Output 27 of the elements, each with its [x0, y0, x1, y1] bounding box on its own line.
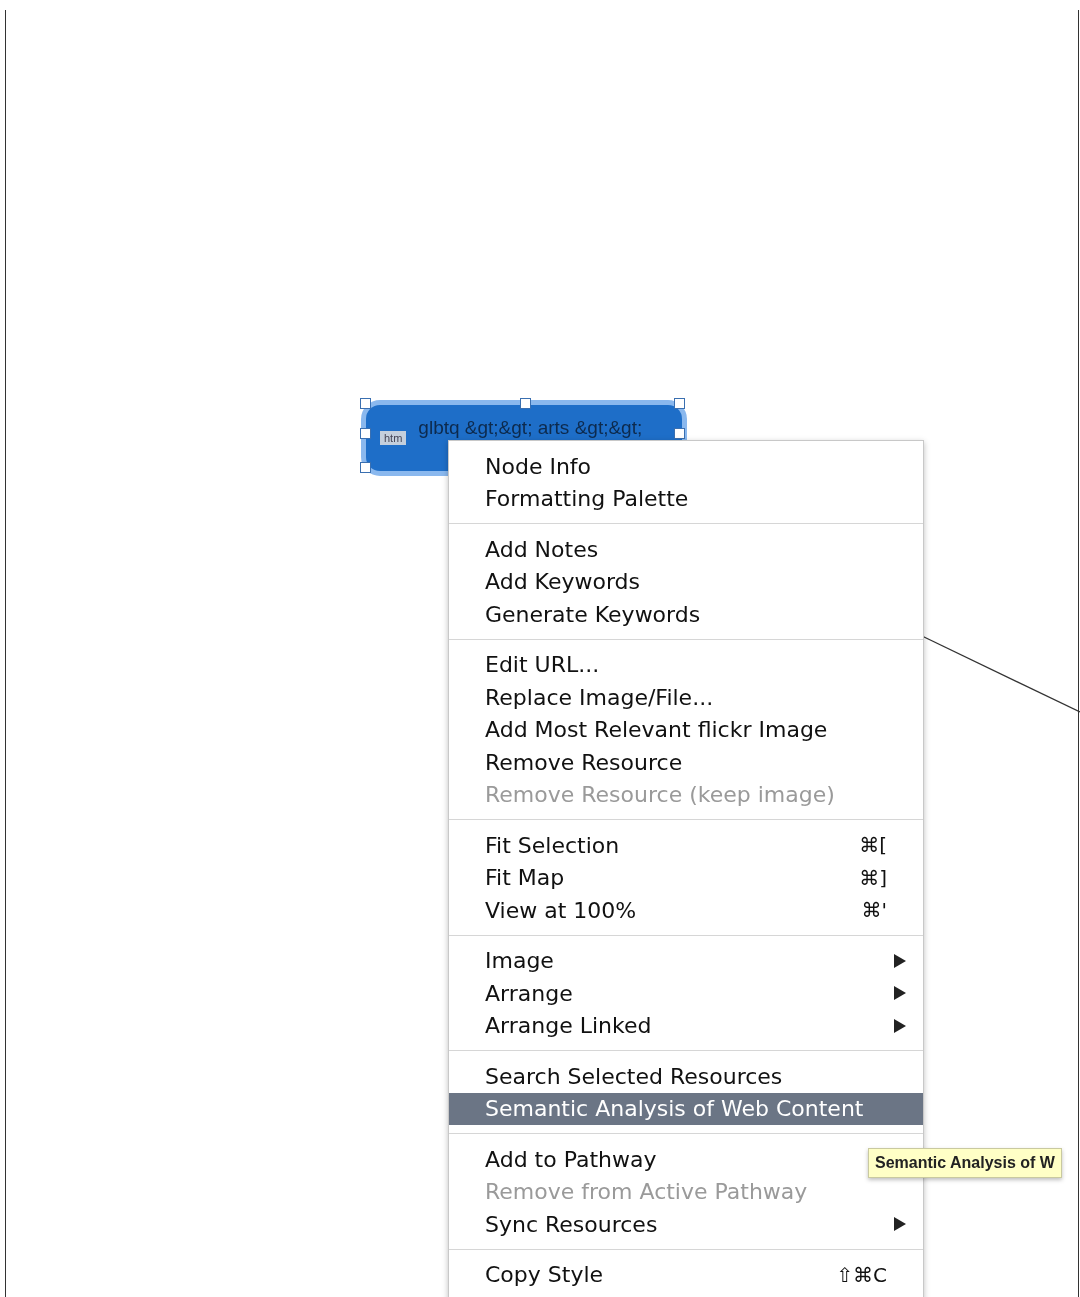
node-label: glbtq &gt;&gt; arts &gt;&gt; [418, 417, 643, 439]
menu-item[interactable]: Semantic Analysis of Web Content [449, 1092, 923, 1125]
menu-item[interactable]: View at 100% ⌘' [449, 894, 923, 927]
resize-handle[interactable] [674, 428, 685, 439]
menu-item[interactable]: Fit Selection ⌘[ [449, 829, 923, 862]
menu-item[interactable]: Formatting Palette [449, 482, 923, 515]
resize-handle[interactable] [360, 462, 371, 473]
menu-item[interactable]: Add Notes [449, 533, 923, 566]
menu-item[interactable]: Search Selected Resources [449, 1060, 923, 1093]
resize-handle[interactable] [360, 398, 371, 409]
menu-item[interactable]: Replace Image/File... [449, 681, 923, 714]
menu-item[interactable]: Arrange Linked [449, 1009, 923, 1042]
menu-item[interactable]: Edit URL... [449, 648, 923, 681]
menu-item[interactable]: Generate Keywords [449, 598, 923, 631]
menu-item[interactable]: Add Most Relevant flickr Image [449, 713, 923, 746]
menu-item[interactable]: Add Keywords [449, 565, 923, 598]
menu-item[interactable]: Arrange [449, 977, 923, 1010]
menu-item[interactable]: Image [449, 944, 923, 977]
menu-item[interactable]: Fit Map ⌘] [449, 861, 923, 894]
menu-item[interactable]: Remove Resource [449, 746, 923, 779]
menu-item[interactable]: Sync Resources [449, 1208, 923, 1241]
node-type-badge: htm [380, 431, 407, 445]
resize-handle[interactable] [674, 398, 685, 409]
tooltip: Semantic Analysis of W [868, 1148, 1062, 1178]
resize-handle[interactable] [520, 398, 531, 409]
resize-handle[interactable] [360, 428, 371, 439]
menu-item[interactable]: Copy Style ⇧⌘C [449, 1258, 923, 1291]
